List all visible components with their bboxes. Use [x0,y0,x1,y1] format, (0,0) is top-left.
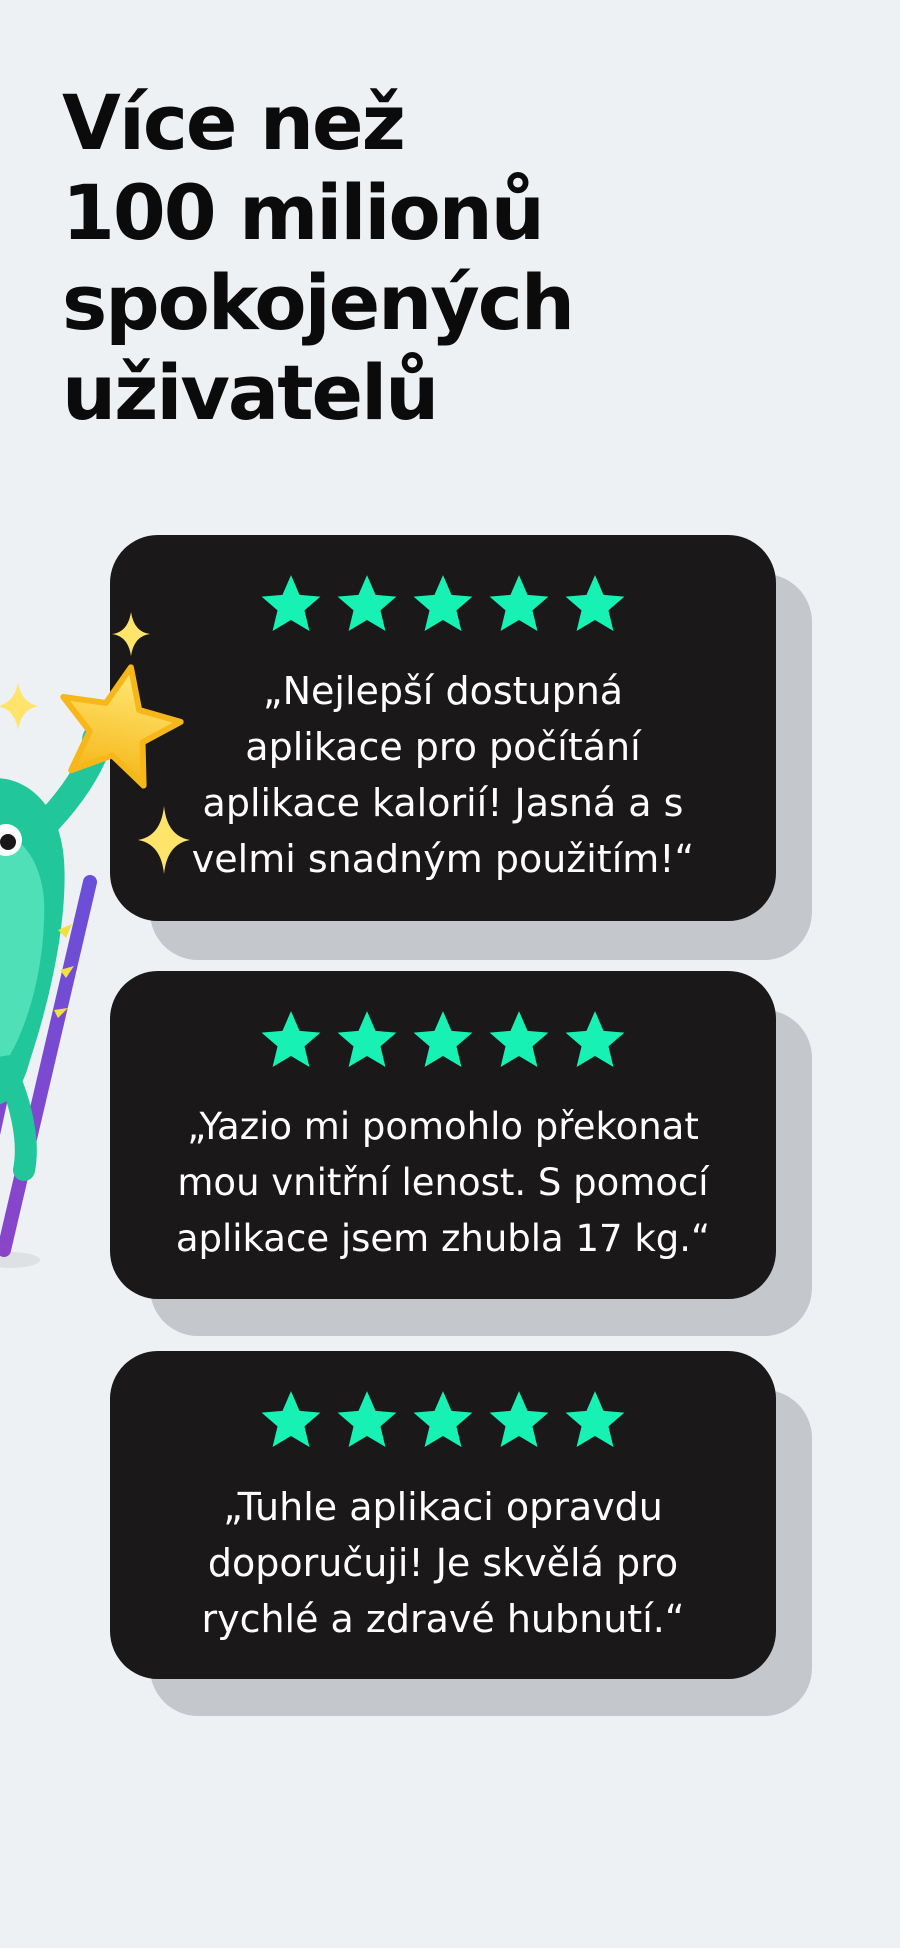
star-icon [337,1011,397,1067]
star-rating [110,571,776,637]
headline-line-4: uživatelů [62,348,439,437]
star-icon [413,575,473,631]
star-icon [337,1391,397,1447]
star-icon [413,1391,473,1447]
star-icon [565,575,625,631]
star-icon [261,575,321,631]
big-star [60,664,184,789]
star-icon [261,1391,321,1447]
star-icon [337,575,397,631]
review-card: „Nejlepší dostupná aplikace pro počítání… [110,535,776,921]
sparkle-icon [138,806,190,874]
page-title: Více než 100 milionů spokojených uživate… [62,78,822,438]
sparkle-icon [112,612,150,656]
mascot-illustration [0,612,190,1268]
review-text: „Tuhle aplikaci opravdu doporučuji! Je s… [201,1485,685,1641]
headline-line-3: spokojených [62,258,575,347]
star-icon [261,1011,321,1067]
review-text: „Yazio mi pomohlo překonat mou vnitřní l… [175,1105,711,1260]
star-icon [565,1011,625,1067]
review-card: „Yazio mi pomohlo překonat mou vnitřní l… [110,971,776,1299]
headline-line-1: Více než [62,78,406,167]
star-rating [110,1007,776,1073]
star-icon [489,1011,549,1067]
star-icon [413,1011,473,1067]
star-icon [489,575,549,631]
star-icon [489,1391,549,1447]
sparkle-icon [0,682,38,730]
star-rating [110,1387,776,1453]
headline-line-2: 100 milionů [62,168,545,257]
star-icon [565,1391,625,1447]
review-card: „Tuhle aplikaci opravdu doporučuji! Je s… [110,1351,776,1679]
review-text: „Nejlepší dostupná aplikace pro počítání… [191,669,695,881]
